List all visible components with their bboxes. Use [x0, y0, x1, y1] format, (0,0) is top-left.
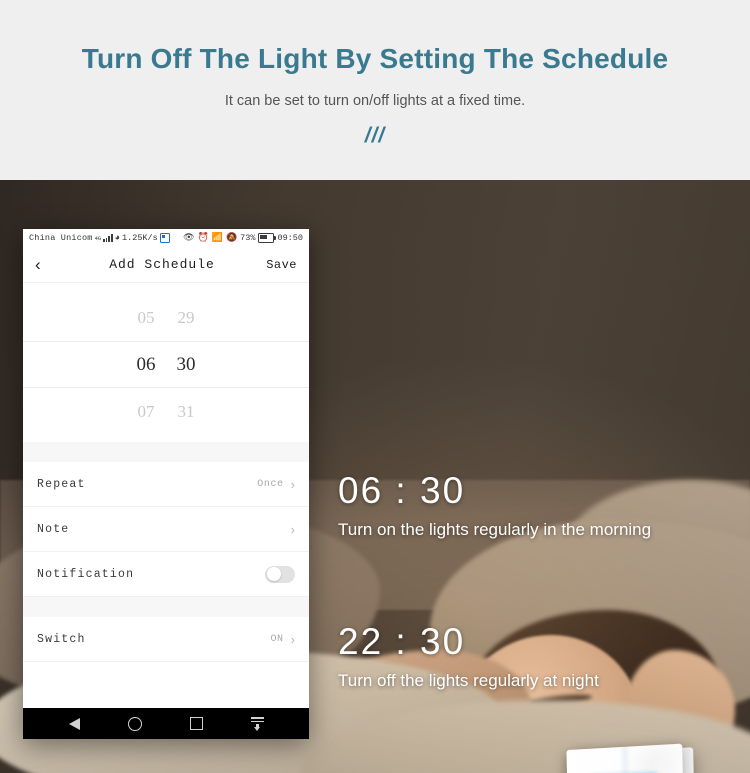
settings-row-value: Once [257, 478, 284, 490]
hour-value: 06 [136, 353, 156, 375]
settings-row-note[interactable]: Note › [23, 507, 309, 552]
glass-sheen [618, 746, 635, 773]
chevron-right-icon: › [290, 631, 295, 647]
nav-home-circle-icon[interactable] [127, 716, 142, 731]
minute-value: 29 [177, 307, 195, 327]
morning-time: 06 : 30 [338, 470, 466, 511]
nav-hide-keyboard-icon[interactable] [250, 717, 264, 731]
network-type-label: 4G [94, 234, 102, 242]
settings-row-switch[interactable]: Switch ON › [23, 617, 309, 662]
notification-toggle[interactable] [265, 565, 295, 583]
slash-divider-icon: /// [364, 123, 386, 147]
morning-description: Turn on the lights regularly in the morn… [338, 520, 652, 539]
phone-mockup: China Unicom 4G ◕ 1.25K/s 👁 ⏰ 📶 🔕 73% 09… [23, 229, 309, 739]
app-navigation-bar: ‹ Add Schedule Save [23, 247, 309, 283]
nav-recents-square-icon[interactable] [189, 717, 203, 730]
section-gap-2 [23, 597, 309, 617]
time-picker-row-next[interactable]: 07 31 [23, 388, 309, 435]
settings-row-label: Repeat [37, 477, 86, 491]
status-clock: 09:50 [277, 233, 303, 243]
switch-section: Switch ON › [23, 617, 309, 662]
status-bar-right: 👁 ⏰ 📶 🔕 73% 09:50 [183, 233, 303, 243]
carrier-label: China Unicom [29, 233, 93, 243]
time-picker-row-selected[interactable]: 06 30 [23, 341, 309, 388]
section-gap [23, 442, 309, 462]
status-bar-left: China Unicom 4G ◕ 1.25K/s [29, 233, 170, 243]
nav-back-triangle-icon[interactable] [68, 717, 80, 730]
settings-row-label: Switch [37, 632, 86, 646]
back-chevron-icon[interactable]: ‹ [35, 256, 65, 273]
minute-value: 30 [176, 353, 196, 375]
data-rate-label: 1.25K/s [122, 233, 158, 243]
wifi-icon: ◕ [114, 232, 121, 243]
schedule-overlay-morning: 06 : 30 Turn on the lights regularly in … [338, 472, 651, 540]
alarm-clock-icon: ⏰ [197, 232, 209, 243]
time-picker-row-previous[interactable]: 05 29 [23, 294, 309, 341]
settings-row-label: Note [37, 522, 70, 536]
blue-square-icon [159, 233, 170, 243]
bluetooth-icon: 📶 [211, 232, 223, 243]
settings-row-label: Notification [37, 567, 135, 581]
night-time: 22 : 30 [338, 621, 466, 662]
time-picker[interactable]: 05 29 06 30 07 31 [23, 283, 309, 442]
screen-title: Add Schedule [109, 257, 215, 272]
phone-screen: China Unicom 4G ◕ 1.25K/s 👁 ⏰ 📶 🔕 73% 09… [23, 229, 309, 708]
chevron-right-icon: › [290, 521, 295, 537]
page-subtitle: It can be set to turn on/off lights at a… [224, 92, 526, 109]
battery-percent-label: 73% [240, 233, 256, 243]
battery-icon [258, 233, 277, 243]
product-banner-page: Turn Off The Light By Setting The Schedu… [0, 0, 750, 773]
android-system-nav [23, 708, 309, 739]
eye-icon: 👁 [183, 232, 195, 243]
night-description: Turn off the lights regularly at night [338, 671, 599, 690]
settings-row-repeat[interactable]: Repeat Once › [23, 462, 309, 507]
chevron-right-icon: › [290, 476, 295, 492]
settings-row-notification[interactable]: Notification [23, 552, 309, 597]
page-title: Turn Off The Light By Setting The Schedu… [81, 43, 669, 74]
settings-list: Repeat Once › Note › Notification [23, 462, 309, 597]
phone-status-bar: China Unicom 4G ◕ 1.25K/s 👁 ⏰ 📶 🔕 73% 09… [23, 229, 309, 247]
settings-row-value: ON [270, 633, 284, 645]
bell-muted-icon: 🔕 [225, 232, 238, 243]
schedule-overlay-night: 22 : 30 Turn off the lights regularly at… [338, 623, 599, 691]
signal-bars-icon [103, 234, 113, 242]
hour-value: 07 [137, 401, 155, 421]
minute-value: 31 [177, 401, 195, 421]
hour-value: 05 [137, 307, 155, 327]
save-button[interactable]: Save [259, 258, 297, 272]
header-banner: Turn Off The Light By Setting The Schedu… [0, 0, 750, 180]
